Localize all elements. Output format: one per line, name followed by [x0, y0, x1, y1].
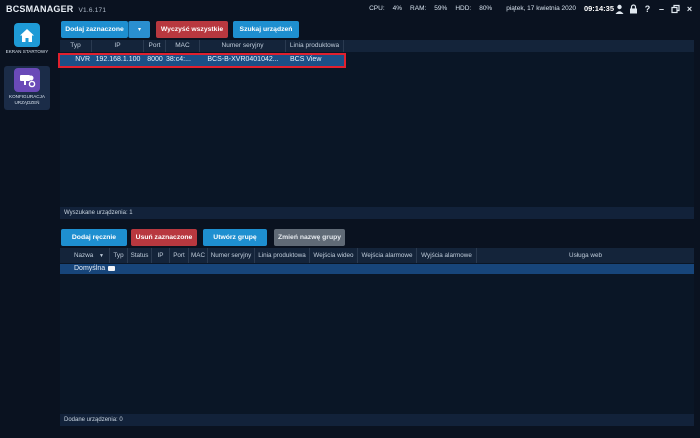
hdd-value: 80% — [479, 5, 493, 12]
column-header-port[interactable]: Port — [170, 248, 189, 263]
added-devices-table: Nazwa ▼ Typ Status IP Port MAC Numer ser… — [60, 248, 694, 414]
column-header-ip[interactable]: IP — [92, 40, 144, 52]
search-devices-button[interactable]: Szukaj urządzeń — [233, 21, 299, 38]
column-header-name[interactable]: Nazwa ▼ — [60, 248, 110, 263]
column-header-type[interactable]: Typ — [60, 40, 92, 52]
table-row[interactable]: Domyślna — [60, 264, 694, 274]
column-header-status[interactable]: Status — [128, 248, 152, 263]
column-header-product-line[interactable]: Linia produktowa — [255, 248, 310, 263]
column-header-serial[interactable]: Numer seryjny — [200, 40, 286, 52]
sort-desc-icon: ▼ — [99, 253, 104, 259]
ram-label: RAM: — [410, 5, 427, 12]
sidebar-item-home-screen[interactable]: EKRAN STARTOWY — [4, 21, 50, 65]
add-selected-dropdown-button[interactable]: ▾ — [128, 21, 150, 38]
restore-icon[interactable] — [671, 4, 680, 14]
user-icon[interactable] — [615, 4, 624, 14]
column-header-video-inputs[interactable]: Wejścia wideo — [310, 248, 358, 263]
app-logo: BCSMANAGER V1.6.171 — [6, 4, 107, 14]
sidebar-item-device-config[interactable]: KONFIGURACJA URZĄDZEŃ — [4, 66, 50, 110]
cpu-value: 4% — [392, 5, 403, 12]
app-version: V1.6.171 — [78, 7, 107, 14]
search-results-count: Wyszukane urządzenia: 1 — [60, 207, 694, 219]
cpu-label: CPU: — [369, 5, 385, 12]
folder-icon — [108, 265, 116, 271]
column-header-web-service[interactable]: Usługa web — [477, 248, 694, 263]
hdd-label: HDD: — [455, 5, 472, 12]
help-icon[interactable]: ? — [643, 4, 652, 14]
delete-selected-button[interactable]: Usuń zaznaczone — [131, 229, 197, 246]
home-icon — [14, 23, 40, 47]
table-header: Typ IP Port MAC Numer seryjny Linia prod… — [60, 40, 694, 52]
selection-highlight — [58, 53, 346, 68]
column-header-mac[interactable]: MAC — [189, 248, 208, 263]
added-devices-count: Dodane urządzenia: 0 — [60, 414, 694, 426]
device-config-icon — [14, 68, 40, 92]
system-stats: CPU: 4% RAM: 59% HDD: 80% piątek, 17 kwi… — [369, 4, 614, 13]
rename-group-button[interactable]: Zmień nazwę grupy — [274, 229, 345, 246]
clear-all-button[interactable]: Wyczyść wszystkie — [156, 21, 228, 38]
column-header-port[interactable]: Port — [144, 40, 166, 52]
column-header-ip[interactable]: IP — [152, 248, 170, 263]
lock-icon[interactable] — [629, 4, 638, 14]
column-header-product-line[interactable]: Linia produktowa — [286, 40, 344, 52]
close-icon[interactable]: × — [685, 4, 694, 14]
add-manually-button[interactable]: Dodaj ręcznie — [61, 229, 127, 246]
column-header-alarm-outputs[interactable]: Wyjścia alarmowe — [417, 248, 477, 263]
column-header-mac[interactable]: MAC — [166, 40, 200, 52]
table-header: Nazwa ▼ Typ Status IP Port MAC Numer ser… — [60, 248, 694, 263]
title-bar: BCSMANAGER V1.6.171 CPU: 4% RAM: 59% HDD:… — [0, 0, 700, 18]
clock-time: 09:14:35 — [583, 4, 614, 13]
column-header-alarm-inputs[interactable]: Wejścia alarmowe — [358, 248, 417, 263]
sidebar-item-label: KONFIGURACJA URZĄDZEŃ — [9, 94, 45, 105]
sidebar-item-label: EKRAN STARTOWY — [5, 49, 49, 54]
date-text: piątek, 17 kwietnia 2020 — [506, 5, 576, 12]
minimize-icon[interactable]: – — [657, 4, 666, 14]
ram-value: 59% — [434, 5, 448, 12]
add-selected-button[interactable]: Dodaj zaznaczone — [61, 21, 128, 38]
column-header-serial[interactable]: Numer seryjny — [208, 248, 255, 263]
create-group-button[interactable]: Utwórz grupę — [203, 229, 267, 246]
sidebar: EKRAN STARTOWY KONFIGURACJA URZĄDZEŃ — [0, 18, 52, 426]
group-name: Domyślna — [74, 265, 106, 272]
column-header-type[interactable]: Typ — [110, 248, 128, 263]
